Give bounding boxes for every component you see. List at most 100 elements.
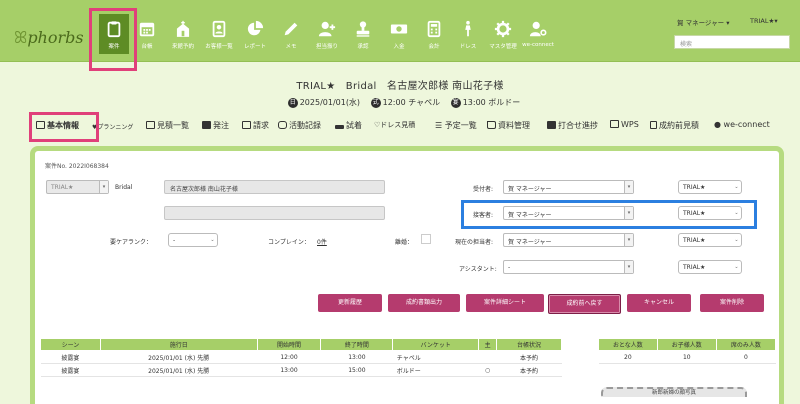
current-assignee-select[interactable]: 賀 マネージャー ▾: [503, 233, 634, 247]
file-icon: [650, 121, 657, 129]
receiver-select[interactable]: 賀 マネージャー ▾: [503, 180, 634, 194]
calendar-icon: [139, 22, 155, 37]
chevron-down-icon: ▾: [774, 17, 778, 25]
divorce-checkbox[interactable]: [421, 234, 431, 244]
table-header: 終了時間: [320, 338, 394, 351]
user-select[interactable]: 賀 マネージャー ▾: [677, 17, 729, 27]
bridal-label: Bridal: [115, 184, 133, 191]
assistant-label: アシスタント:: [459, 266, 497, 273]
truck-icon: [202, 121, 211, 129]
user-gear-icon: [529, 21, 547, 37]
table-row: 20 10 0: [598, 350, 776, 364]
invoice-icon: [242, 121, 251, 129]
calculator-icon: [427, 20, 441, 38]
assistant-store-select[interactable]: TRIAL★ ⌄: [678, 260, 742, 274]
care-rank-select[interactable]: - ⌄: [168, 233, 218, 247]
case-tabs: 基本情報 ♥プランニング 見積一覧 発注 請求 活動記録 試着 ♡ドレス見積 ☰…: [32, 120, 792, 136]
stamp-icon: [356, 21, 370, 37]
gear-icon: [494, 20, 512, 38]
tab-documents[interactable]: 資料管理: [487, 120, 530, 131]
tab-schedule[interactable]: ☰ 予定一覧: [435, 120, 477, 131]
book-icon: [547, 121, 556, 129]
table-header: 台帳状況: [496, 338, 562, 351]
chevron-down-icon: ▾: [99, 181, 108, 193]
current-store-select[interactable]: TRIAL★ ⌄: [678, 233, 742, 247]
nav-item-assign[interactable]: 担当振り: [309, 20, 345, 50]
tab-fitting[interactable]: 試着: [335, 120, 362, 131]
chevron-down-icon: ▾: [624, 261, 633, 273]
dress-icon: [465, 20, 471, 37]
trial-select[interactable]: TRIAL★ ▾: [46, 180, 109, 194]
case-title: TRIAL★ Bridal 名古屋次郎様 南山花子様: [296, 81, 504, 92]
store-select[interactable]: TRIAL★▾: [750, 17, 778, 25]
copy-icon: [146, 121, 155, 129]
cancel-button[interactable]: キャンセル: [627, 294, 691, 312]
table-header: お子様人数: [656, 338, 717, 351]
nav-item-we-connect[interactable]: we-connect: [518, 20, 558, 48]
receiver-label: 受付者:: [473, 186, 494, 193]
highlight-box-server: [461, 200, 757, 229]
receiver-store-select[interactable]: TRIAL★ ⌄: [678, 180, 742, 194]
chevron-down-icon: ▾: [624, 234, 633, 246]
chevron-down-icon: ⌄: [210, 237, 215, 243]
pie-chart-icon: [247, 20, 264, 36]
assistant-select[interactable]: - ▾: [503, 260, 634, 274]
logo[interactable]: ꕤphorbs: [14, 28, 84, 48]
nav-item-customer-list[interactable]: お客様一覧: [201, 20, 237, 50]
update-history-button[interactable]: 更新履歴: [318, 294, 382, 312]
table-row[interactable]: 披露宴 2025/01/01 (水) 先勝 12:00 13:00 チャペル 本…: [40, 350, 562, 364]
main-panel: 案件No. 2022I068384 TRIAL★ ▾ Bridal 名古屋次郎様 …: [30, 146, 784, 404]
table-header: 施行日: [99, 338, 258, 351]
nav-item-memo[interactable]: メモ: [273, 20, 309, 50]
complaint-link[interactable]: 0件: [317, 237, 327, 246]
nav-item-master[interactable]: マスタ管理: [485, 20, 521, 50]
chevron-down-icon: ▾: [726, 19, 730, 27]
highlight-box-tab: [29, 112, 99, 142]
search-input[interactable]: 検索: [674, 35, 790, 49]
tab-dress-estimate[interactable]: ♡ドレス見積: [374, 120, 415, 130]
nav-item-accounting[interactable]: 会計: [416, 20, 452, 50]
table-header: おとな人数: [598, 338, 658, 351]
tab-order[interactable]: 発注: [202, 120, 229, 131]
nav-item-payment[interactable]: 入金: [381, 20, 417, 50]
tab-meeting-progress[interactable]: 打合せ進捗: [547, 120, 598, 131]
table-header: 主: [478, 338, 498, 351]
guest-count-table: おとな人数 お子様人数 席のみ人数 20 10 0: [598, 338, 777, 364]
delete-case-button[interactable]: 案件削除: [700, 294, 764, 312]
pencil-icon: [284, 22, 298, 36]
list-icon: ☰: [435, 121, 445, 130]
tab-pre-contract-estimate[interactable]: 成約前見積: [650, 120, 699, 131]
case-detail-sheet-button[interactable]: 案件詳細シート: [466, 294, 544, 312]
folder-icon: [610, 120, 619, 128]
nav-item-report[interactable]: レポート: [237, 20, 273, 50]
couple-photo-button[interactable]: 新郎新婦の顔写真: [601, 387, 747, 397]
case-meta: 日 2025/01/01(水) 式 12:00 チャペル 宴 13:00 ボルドー: [287, 97, 521, 108]
table-header: シーン: [40, 338, 101, 351]
tab-wps[interactable]: WPS: [610, 120, 639, 129]
tab-activity[interactable]: 活動記録: [278, 120, 321, 131]
names-field[interactable]: 名古屋次郎様 南山花子様: [164, 180, 385, 194]
complaint-label: コンプレイン：: [268, 239, 310, 246]
tab-we-connect[interactable]: ● we-connect: [714, 120, 770, 129]
user-icon: ●: [714, 120, 724, 129]
contract-docs-button[interactable]: 成約書類出力: [388, 294, 460, 312]
chevron-down-icon: ⌄: [734, 264, 739, 270]
care-rank-label: 要ケアランク：: [110, 239, 153, 246]
chevron-down-icon: ▾: [624, 181, 633, 193]
names-field-2[interactable]: [164, 206, 385, 220]
ceremony-badge: 式: [370, 97, 381, 108]
table-row[interactable]: 披露宴 2025/01/01 (水) 先勝 13:00 15:00 ボルドー ○…: [40, 363, 562, 377]
date-badge: 日: [287, 97, 298, 108]
case-number: 案件No. 2022I068384: [45, 163, 109, 170]
nav-item-approval[interactable]: 承認: [345, 20, 381, 50]
table-header: 開始時間: [256, 338, 322, 351]
user-plus-icon: [318, 21, 336, 37]
revert-to-pre-contract-button[interactable]: 成約前へ戻す: [548, 294, 621, 314]
nav-item-visit-reservation[interactable]: 来館予約: [165, 20, 201, 50]
nav-item-dress[interactable]: ドレス: [450, 20, 486, 50]
tab-estimate-list[interactable]: 見積一覧: [146, 120, 189, 131]
money-icon: [390, 24, 408, 34]
table-header: バンケット: [392, 338, 480, 351]
chevron-down-icon: ⌄: [734, 237, 739, 243]
tab-billing[interactable]: 請求: [242, 120, 269, 131]
